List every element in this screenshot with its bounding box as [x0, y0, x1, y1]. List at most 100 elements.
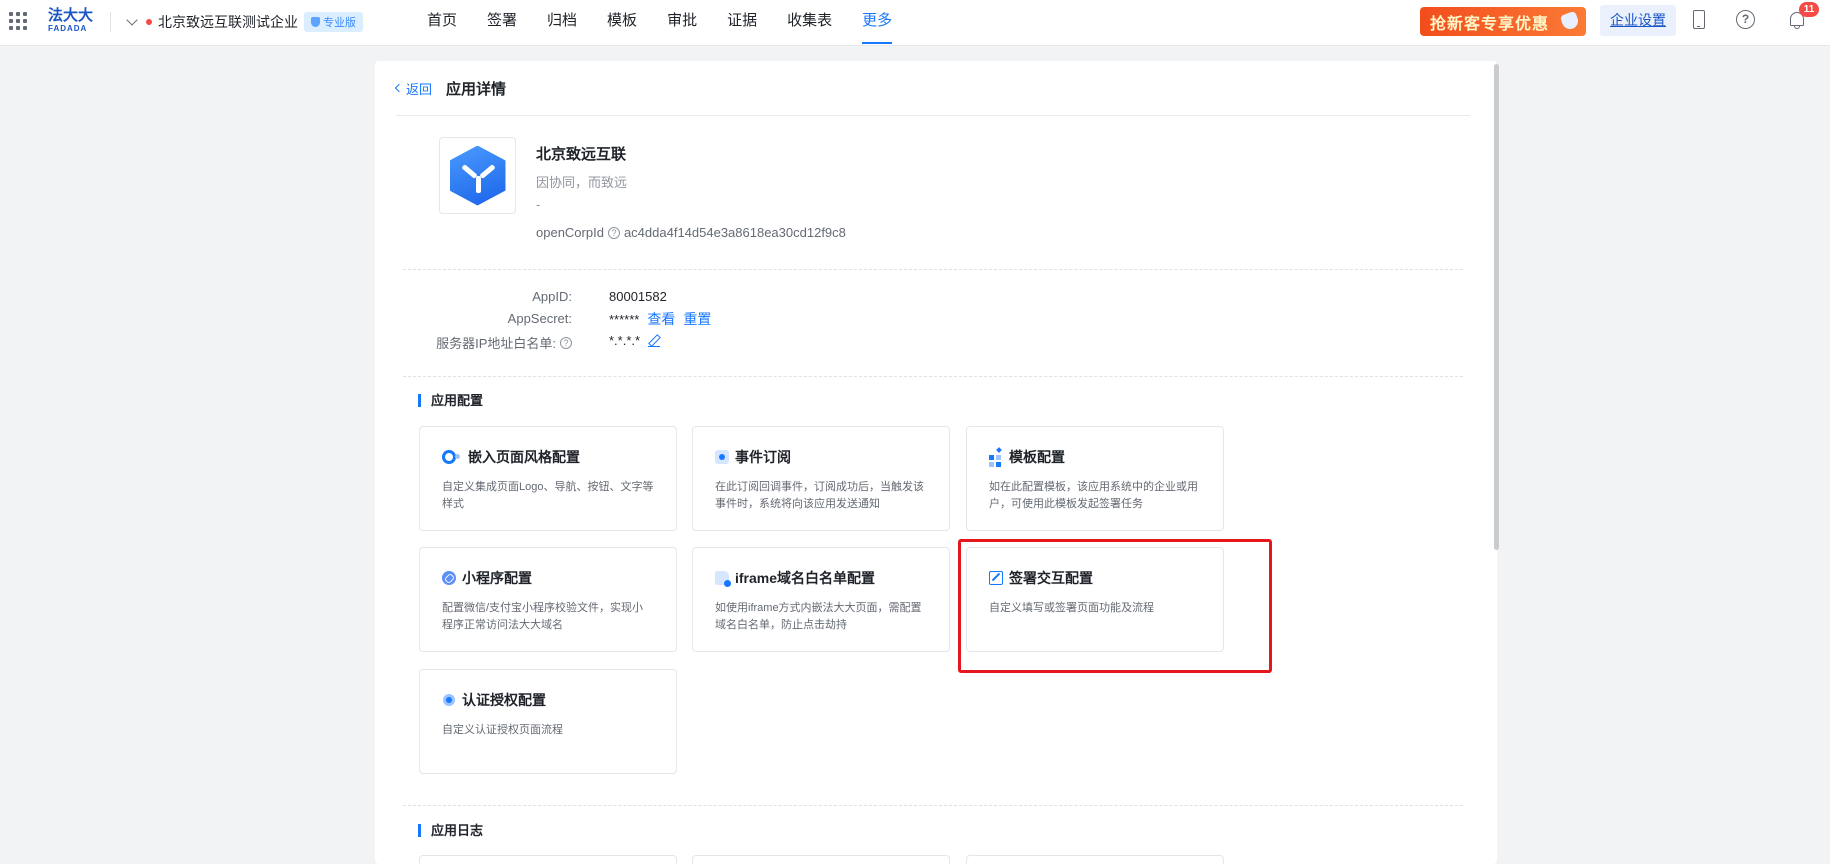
- iframe-icon: [715, 571, 731, 587]
- log-card[interactable]: [966, 855, 1224, 864]
- zhiyuan-logo-icon: [449, 145, 506, 206]
- app-id-value: 80001582: [609, 289, 667, 304]
- section-title-log: 应用日志: [418, 824, 483, 837]
- card-sign-interaction-config[interactable]: 签署交互配置 自定义填写或签署页面功能及流程: [966, 547, 1224, 652]
- card-title-row: 签署交互配置: [989, 568, 1201, 588]
- nav-template[interactable]: 模板: [607, 0, 637, 46]
- enterprise-settings-link[interactable]: 企业设置: [1600, 5, 1676, 36]
- event-icon: [715, 450, 729, 464]
- header-divider: [396, 115, 1470, 116]
- nav-evidence[interactable]: 证据: [727, 0, 757, 46]
- card-title: iframe域名白名单配置: [735, 570, 876, 586]
- app-name: 北京致远互联: [536, 146, 627, 163]
- card-title-row: 模板配置: [989, 447, 1201, 467]
- edit-icon[interactable]: [648, 335, 661, 347]
- back-label: 返回: [406, 81, 433, 97]
- fadada-logo[interactable]: 法大大 FADADA: [48, 8, 96, 36]
- mobile-phone-icon[interactable]: [1693, 10, 1705, 29]
- app-secret-row: ****** 查看 重置: [609, 309, 711, 329]
- card-description: 自定义认证授权页面流程: [442, 724, 563, 736]
- ip-whitelist-row: *.*.*.*: [609, 333, 661, 348]
- pointer-hand-icon: [1559, 10, 1581, 32]
- edition-badge: 专业版: [304, 12, 363, 32]
- app-grid-icon[interactable]: [9, 12, 27, 30]
- open-corp-id-row: openCorpId ? ac4dda4f14d54e3a8618ea30cd1…: [536, 225, 846, 240]
- dashed-divider: [403, 805, 1463, 806]
- promo-banner[interactable]: 抢新客专享优惠: [1420, 7, 1586, 36]
- sign-edit-icon: [989, 571, 1003, 585]
- company-switcher[interactable]: 北京致远互联测试企业 专业版: [126, 12, 363, 32]
- dashed-divider: [403, 269, 1463, 270]
- card-mini-program-config[interactable]: 小程序配置 配置微信/支付宝小程序校验文件，实现小程序正常访问法大大域名: [419, 547, 677, 652]
- card-title: 小程序配置: [462, 570, 532, 586]
- logo-en: FADADA: [48, 24, 88, 33]
- card-title-row: 嵌入页面风格配置: [442, 447, 654, 467]
- card-certification-auth-config[interactable]: 认证授权配置 自定义认证授权页面流程: [419, 669, 677, 774]
- card-title-row: 事件订阅: [715, 447, 927, 467]
- nav-collection-form[interactable]: 收集表: [787, 0, 832, 46]
- nav-more[interactable]: 更多: [862, 0, 893, 46]
- nav-sign[interactable]: 签署: [487, 0, 517, 46]
- section-title-config: 应用配置: [418, 394, 483, 407]
- logo-cn: 法大大: [48, 7, 94, 24]
- mini-program-icon: [442, 571, 456, 585]
- card-title: 认证授权配置: [462, 692, 546, 708]
- app-id-label: AppID:: [532, 289, 572, 304]
- edition-badge-label: 专业版: [323, 17, 356, 29]
- app-secret-label: AppSecret:: [507, 311, 572, 326]
- palette-icon: [442, 450, 460, 464]
- card-description: 自定义填写或签署页面功能及流程: [989, 602, 1154, 614]
- ip-whitelist-label: 服务器IP地址白名单:: [436, 336, 556, 351]
- card-title: 嵌入页面风格配置: [468, 449, 580, 465]
- chevron-down-icon: [126, 14, 138, 26]
- card-title-row: iframe域名白名单配置: [715, 568, 927, 588]
- divider: [110, 12, 111, 32]
- page-title: 应用详情: [446, 80, 507, 98]
- promo-label: 抢新客专享优惠: [1430, 15, 1550, 33]
- card-iframe-whitelist-config[interactable]: iframe域名白名单配置 如使用iframe方式内嵌法大大页面，需配置域名白名…: [692, 547, 950, 652]
- scrollbar[interactable]: [1494, 64, 1499, 550]
- app-secret-masked: ******: [609, 311, 640, 327]
- chevron-left-icon: [394, 83, 404, 93]
- template-icon: [989, 450, 1003, 464]
- status-dot: [146, 19, 152, 25]
- app-extra: -: [536, 197, 541, 212]
- app-description: 因协同，而致远: [536, 175, 628, 190]
- nav-home[interactable]: 首页: [427, 0, 457, 46]
- notification-count: 11: [1799, 2, 1819, 17]
- question-icon[interactable]: ?: [560, 336, 572, 349]
- card-description: 自定义集成页面Logo、导航、按钮、文字等样式: [442, 481, 654, 510]
- ip-whitelist-value: *.*.*.*: [609, 333, 641, 348]
- card-title: 模板配置: [1009, 449, 1065, 465]
- app-logo: [439, 137, 516, 214]
- card-description: 如在此配置模板，该应用系统中的企业或用户，可使用此模板发起签署任务: [989, 481, 1198, 510]
- view-secret-link[interactable]: 查看: [647, 309, 675, 329]
- open-corp-id-value: ac4dda4f14d54e3a8618ea30cd12f9c8: [623, 225, 846, 240]
- card-description: 在此订阅回调事件，订阅成功后，当触发该事件时，系统将向该应用发送通知: [715, 481, 924, 510]
- back-button[interactable]: 返回: [394, 79, 433, 98]
- card-title: 签署交互配置: [1009, 570, 1093, 586]
- card-embed-style-config[interactable]: 嵌入页面风格配置 自定义集成页面Logo、导航、按钮、文字等样式: [419, 426, 677, 531]
- question-icon[interactable]: ?: [607, 226, 620, 239]
- help-icon[interactable]: ?: [1736, 10, 1755, 29]
- log-card[interactable]: [692, 855, 950, 864]
- card-title: 事件订阅: [735, 449, 791, 465]
- top-bar: 法大大 FADADA 北京致远互联测试企业 专业版 首页 签署 归档 模板 审批…: [0, 0, 1830, 46]
- card-title-row: 认证授权配置: [442, 690, 654, 710]
- log-card[interactable]: [419, 855, 677, 864]
- company-name: 北京致远互联测试企业: [158, 14, 298, 30]
- reset-secret-link[interactable]: 重置: [683, 309, 711, 329]
- shield-icon: [311, 17, 320, 27]
- open-corp-id-label: openCorpId: [536, 225, 604, 240]
- nav-approval[interactable]: 审批: [667, 0, 697, 46]
- dashed-divider: [403, 376, 1463, 377]
- card-template-config[interactable]: 模板配置 如在此配置模板，该应用系统中的企业或用户，可使用此模板发起签署任务: [966, 426, 1224, 531]
- card-title-row: 小程序配置: [442, 568, 654, 588]
- ip-whitelist-label-row: 服务器IP地址白名单: ?: [436, 333, 572, 352]
- card-event-subscription[interactable]: 事件订阅 在此订阅回调事件，订阅成功后，当触发该事件时，系统将向该应用发送通知: [692, 426, 950, 531]
- nav-archive[interactable]: 归档: [547, 0, 577, 46]
- page-header: 返回 应用详情: [394, 78, 507, 98]
- card-description: 配置微信/支付宝小程序校验文件，实现小程序正常访问法大大域名: [442, 602, 644, 631]
- certificate-icon: [443, 694, 455, 706]
- card-description: 如使用iframe方式内嵌法大大页面，需配置域名白名单，防止点击劫持: [715, 602, 922, 631]
